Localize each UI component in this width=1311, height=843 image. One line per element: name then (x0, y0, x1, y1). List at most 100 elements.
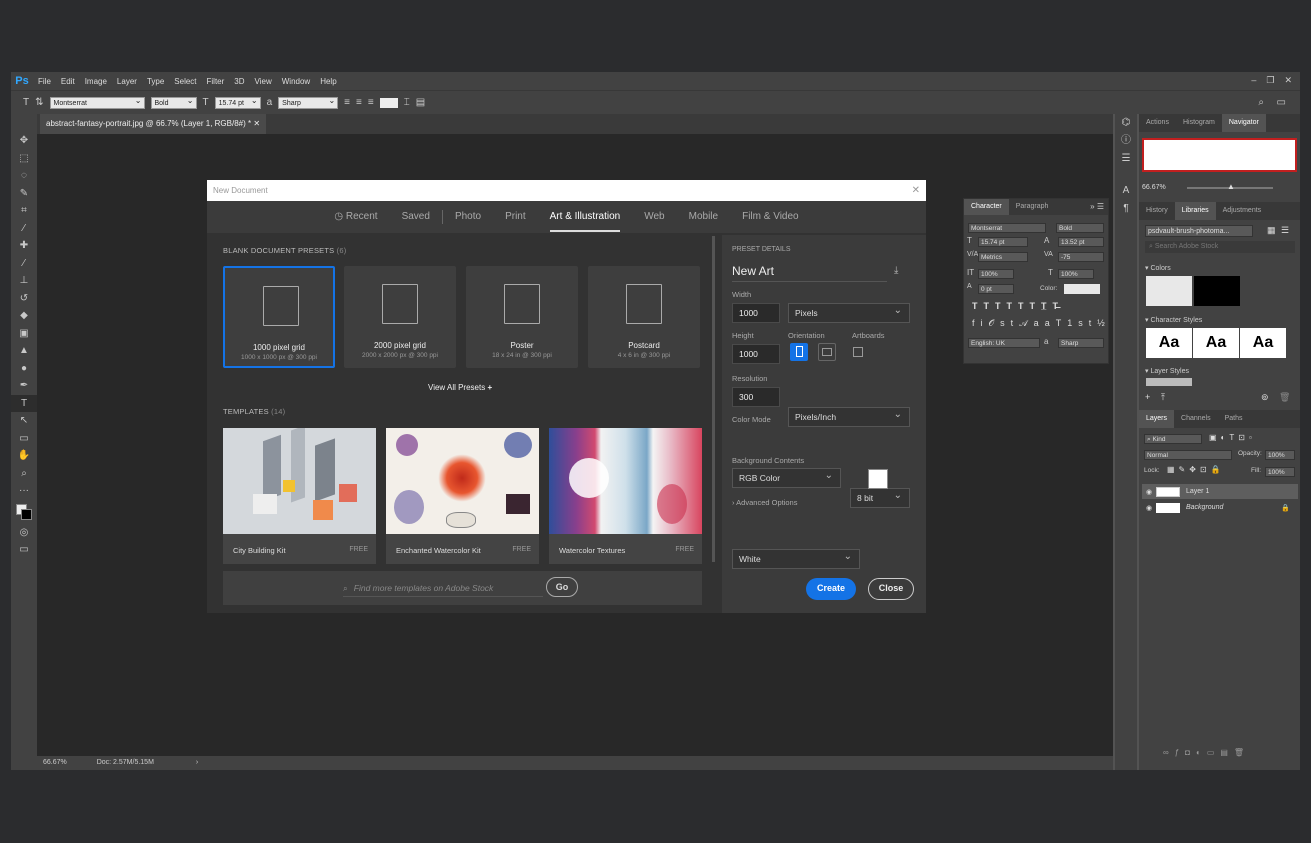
character-panel-icon[interactable]: ▤ (416, 97, 425, 108)
font-size-select[interactable]: 15.74 pt (214, 95, 261, 109)
tab-adjustments[interactable]: Adjustments (1216, 202, 1269, 220)
path-select-icon[interactable]: ↖ (11, 412, 37, 430)
type-tool-icon[interactable]: T (23, 97, 29, 108)
create-button[interactable]: Create (806, 578, 856, 600)
char-vscale-field[interactable]: 100% (978, 269, 1014, 279)
opentype-buttons[interactable]: fi𝒪st𝒜aaT1st½ (972, 318, 1111, 329)
view-all-presets-link[interactable]: View All Presets + (428, 383, 492, 392)
menu-image[interactable]: Image (80, 77, 112, 86)
paragraph-panel-icon[interactable]: ¶ (1115, 200, 1137, 218)
tab-paragraph[interactable]: Paragraph (1009, 199, 1056, 215)
menu-3d[interactable]: 3D (229, 77, 249, 86)
preset-card[interactable]: 1000 pixel grid 1000 x 1000 px @ 300 ppi (223, 266, 335, 368)
antialias-select[interactable]: Sharp (278, 95, 339, 109)
trash-icon[interactable]: 🗑 (1279, 392, 1290, 403)
upload-icon[interactable]: ⤒ (1161, 392, 1165, 403)
history-panel-icon[interactable]: ⌬ (1115, 114, 1137, 132)
minimize-icon[interactable]: – (1251, 75, 1256, 86)
color-swatches[interactable] (11, 500, 37, 524)
menu-window[interactable]: Window (277, 77, 315, 86)
height-input[interactable]: 1000 (732, 344, 780, 364)
blend-mode-select[interactable]: Normal (1144, 450, 1232, 460)
eye-icon[interactable]: ◉ (1142, 504, 1156, 512)
filter-kind-select[interactable]: ⌕ Kind (1144, 434, 1202, 444)
stamp-tool-icon[interactable]: ⊥ (11, 272, 37, 290)
tab-histogram[interactable]: Histogram (1176, 114, 1222, 132)
move-tool-icon[interactable]: ✥ (11, 132, 37, 150)
quick-select-icon[interactable]: ✎ (11, 185, 37, 203)
marquee-tool-icon[interactable]: ⬚ (11, 150, 37, 168)
char-styles-heading[interactable]: ▾ Character Styles (1145, 316, 1202, 324)
healing-brush-icon[interactable]: ✚ (11, 237, 37, 255)
blur-tool-icon[interactable]: ▲ (11, 342, 37, 360)
filter-icons[interactable]: ▣◐T⊡▫ (1209, 433, 1256, 442)
workspace-icon[interactable]: ▭ (1277, 97, 1286, 108)
opacity-field[interactable]: 100% (1265, 450, 1295, 460)
color-swatch-black[interactable] (1194, 276, 1240, 306)
history-brush-icon[interactable]: ↺ (11, 290, 37, 308)
char-font-select[interactable]: Montserrat (968, 223, 1046, 233)
align-left-icon[interactable]: ≡ (344, 97, 350, 108)
slider-handle-icon[interactable]: ▲ (1227, 182, 1235, 191)
tab-photo[interactable]: Photo (443, 201, 493, 233)
char-style-3[interactable]: Aa (1240, 328, 1286, 358)
save-preset-icon[interactable]: ⤓ (894, 265, 898, 276)
char-baseline-field[interactable]: 0 pt (978, 284, 1014, 294)
brush-tool-icon[interactable]: ⁄ (11, 255, 37, 273)
char-style-select[interactable]: Bold (1056, 223, 1104, 233)
close-window-icon[interactable]: ✕ (1284, 75, 1292, 86)
more-tools-icon[interactable]: ··· (11, 482, 37, 500)
panel-menu-icon[interactable]: » ☰ (1090, 199, 1108, 215)
char-aa-select[interactable]: Sharp (1058, 338, 1104, 348)
lock-icons[interactable]: ▦✎✥⊡🔒 (1167, 465, 1225, 474)
tab-libraries[interactable]: Libraries (1174, 202, 1216, 220)
language-select[interactable]: English: UK (968, 338, 1040, 348)
restore-icon[interactable]: ❐ (1266, 75, 1274, 86)
type-tool-icon-active[interactable]: T (11, 394, 37, 412)
artboards-checkbox[interactable] (853, 347, 863, 357)
eyedropper-icon[interactable]: ⁄ (11, 220, 37, 238)
stock-search[interactable]: ⌕ Search Adobe Stock (1145, 241, 1295, 253)
navigator-zoom[interactable]: 66.67% (1142, 184, 1166, 191)
template-card[interactable]: Watercolor Textures FREE (549, 428, 702, 564)
resolution-input[interactable]: 300 (732, 387, 780, 407)
screen-mode-icon[interactable]: ▭ (11, 541, 37, 559)
zoom-level[interactable]: 66.67% (43, 759, 67, 766)
dialog-close-icon[interactable]: ✕ (912, 180, 920, 201)
font-family-select[interactable]: Montserrat (49, 95, 145, 109)
tab-art-illustration[interactable]: Art & Illustration (538, 201, 633, 233)
template-search-input[interactable]: ⌕ Find more templates on Adobe Stock (343, 579, 543, 597)
character-panel-icon[interactable]: A (1115, 182, 1137, 200)
shape-tool-icon[interactable]: ▭ (11, 430, 37, 448)
gradient-icon[interactable]: ▣ (11, 325, 37, 343)
tab-channels[interactable]: Channels (1174, 410, 1218, 428)
menu-type[interactable]: Type (142, 77, 169, 86)
add-icon[interactable]: + (1145, 392, 1150, 402)
warp-text-icon[interactable]: ⌶ (404, 97, 410, 108)
lasso-tool-icon[interactable]: ◌ (11, 167, 37, 185)
bg-color-swatch[interactable] (868, 469, 888, 489)
cc-icon[interactable]: ⊚ (1261, 392, 1269, 403)
char-hscale-field[interactable]: 100% (1058, 269, 1094, 279)
template-card[interactable]: Enchanted Watercolor Kit FREE (386, 428, 539, 564)
tab-print[interactable]: Print (493, 201, 538, 233)
hand-tool-icon[interactable]: ✋ (11, 447, 37, 465)
color-mode-select[interactable]: RGB Color (732, 467, 841, 488)
menu-select[interactable]: Select (169, 77, 201, 86)
tab-paths[interactable]: Paths (1218, 410, 1250, 428)
document-name-input[interactable]: New Art (732, 264, 887, 282)
colors-heading[interactable]: ▾ Colors (1145, 264, 1171, 272)
info-panel-icon[interactable]: ⓘ (1115, 132, 1137, 150)
fill-field[interactable]: 100% (1265, 467, 1295, 477)
menu-layer[interactable]: Layer (112, 77, 142, 86)
char-size-field[interactable]: 15.74 pt (978, 237, 1028, 247)
list-view-icon[interactable]: ☰ (1281, 225, 1289, 236)
properties-panel-icon[interactable]: ☰ (1115, 150, 1137, 168)
char-style-2[interactable]: Aa (1193, 328, 1239, 358)
advanced-options-toggle[interactable]: › Advanced Options (732, 498, 797, 507)
eye-icon[interactable]: ◉ (1142, 488, 1156, 496)
char-kern-field[interactable]: Metrics (978, 252, 1028, 262)
align-right-icon[interactable]: ≡ (368, 97, 374, 108)
template-card[interactable]: City Building Kit FREE (223, 428, 376, 564)
dodge-tool-icon[interactable]: ● (11, 360, 37, 378)
